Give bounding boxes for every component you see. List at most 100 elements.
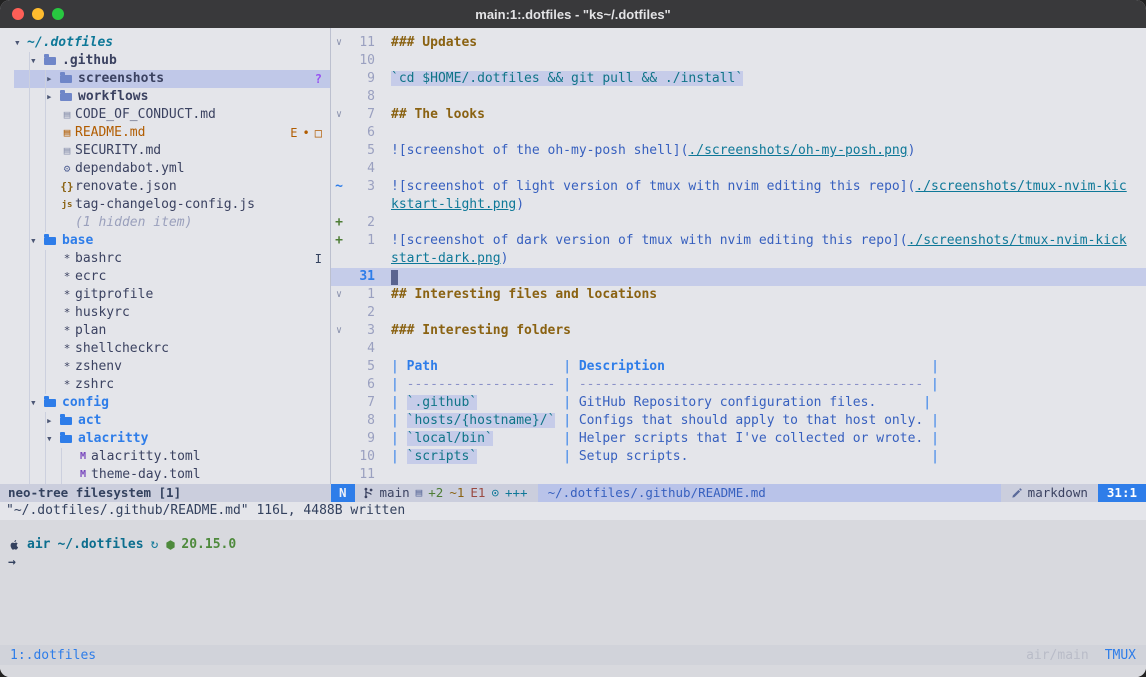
fold-marker[interactable]: ∨ bbox=[331, 106, 347, 124]
file-tree[interactable]: ▾~/.dotfiles▾.github▸screenshots?▸workfl… bbox=[0, 28, 331, 484]
editor-line[interactable]: 4 bbox=[331, 160, 1146, 178]
tree-item-renovate-json[interactable]: {}renovate.json bbox=[14, 178, 330, 196]
tree-item-label: zshenv bbox=[75, 358, 122, 376]
tree-item-dependabot-yml[interactable]: ⚙dependabot.yml bbox=[14, 160, 330, 178]
line-text: ### Updates bbox=[383, 34, 1146, 52]
zoom-button[interactable] bbox=[52, 8, 64, 20]
javascript-file-icon: js bbox=[59, 196, 75, 214]
tree-item-security-md[interactable]: ▤SECURITY.md bbox=[14, 142, 330, 160]
editor-line[interactable]: 4 bbox=[331, 340, 1146, 358]
expand-arrow[interactable]: ▸ bbox=[46, 412, 59, 430]
editor-line[interactable]: +1![screenshot of dark version of tmux w… bbox=[331, 232, 1146, 250]
expand-arrow[interactable]: ▾ bbox=[30, 394, 43, 412]
tree-item-bashrc[interactable]: *bashrcI bbox=[14, 250, 330, 268]
tree-item-alacritty-toml[interactable]: Malacritty.toml bbox=[14, 448, 330, 466]
editor-line[interactable]: 8| `hosts/{hostname}/` | Configs that sh… bbox=[331, 412, 1146, 430]
tree-item-tag-changelog-config-js[interactable]: jstag-changelog-config.js bbox=[14, 196, 330, 214]
shell-area[interactable]: air ~/.dotfiles ↻ 20.15.0 → bbox=[0, 520, 1146, 645]
editor-line[interactable]: kstart-light.png) bbox=[331, 196, 1146, 214]
tree-item-zshrc[interactable]: *zshrc bbox=[14, 376, 330, 394]
editor-line[interactable]: ∨3### Interesting folders bbox=[331, 322, 1146, 340]
gitsign-added: + bbox=[331, 232, 347, 250]
gitsign-changed: ~ bbox=[331, 178, 347, 196]
tree-item-github[interactable]: ▾.github bbox=[14, 52, 330, 70]
tree-item-alacritty[interactable]: ▾alacritty bbox=[14, 430, 330, 448]
editor-line[interactable]: start-dark.png) bbox=[331, 250, 1146, 268]
tree-item-ecrc[interactable]: *ecrc bbox=[14, 268, 330, 286]
tree-item-code-of-conduct-md[interactable]: ▤CODE_OF_CONDUCT.md bbox=[14, 106, 330, 124]
shell-file-icon: * bbox=[59, 376, 75, 394]
editor-line[interactable]: ~3![screenshot of light version of tmux … bbox=[331, 178, 1146, 196]
tree-item-zshenv[interactable]: *zshenv bbox=[14, 358, 330, 376]
line-text bbox=[383, 52, 1146, 70]
node-version: 20.15.0 bbox=[181, 536, 236, 554]
tree-item-readme-md[interactable]: ▤README.mdE•□ bbox=[14, 124, 330, 142]
fold-marker[interactable]: ∨ bbox=[331, 322, 347, 340]
tree-item-label: screenshots bbox=[78, 70, 164, 88]
tree-item-base[interactable]: ▾base bbox=[14, 232, 330, 250]
md-heading: ### Updates bbox=[391, 35, 477, 50]
expand-arrow[interactable]: ▾ bbox=[30, 232, 43, 250]
md-table-pipe: | bbox=[563, 413, 579, 428]
line-number: 3 bbox=[347, 322, 383, 340]
line-text: | `.github` | GitHub Repository configur… bbox=[383, 394, 1146, 412]
editor-lines[interactable]: ∨11### Updates109`cd $HOME/.dotfiles && … bbox=[331, 28, 1146, 484]
git-branch-name: main bbox=[380, 484, 410, 502]
md-link: ./screenshots/tmux-nvim-kick bbox=[908, 233, 1127, 248]
md-text bbox=[665, 359, 931, 374]
editor-line[interactable]: 11 bbox=[331, 466, 1146, 484]
editor-line[interactable]: 5| Path | Description | bbox=[331, 358, 1146, 376]
editor-line[interactable]: 9`cd $HOME/.dotfiles && git pull && ./in… bbox=[331, 70, 1146, 88]
tree-item-label: alacritty.toml bbox=[91, 448, 201, 466]
tree-item-config[interactable]: ▾config bbox=[14, 394, 330, 412]
tree-item-workflows[interactable]: ▸workflows bbox=[14, 88, 330, 106]
tree-item-dotfiles[interactable]: ▾~/.dotfiles bbox=[14, 34, 330, 52]
editor-line[interactable]: 9| `local/bin` | Helper scripts that I'v… bbox=[331, 430, 1146, 448]
editor-line[interactable]: 10 bbox=[331, 52, 1146, 70]
tree-item-plan[interactable]: *plan bbox=[14, 322, 330, 340]
md-table-divider: ------------------- bbox=[407, 377, 556, 392]
editor-line[interactable]: 8 bbox=[331, 88, 1146, 106]
tmux-window-name[interactable]: 1:.dotfiles bbox=[10, 648, 96, 663]
close-button[interactable] bbox=[12, 8, 24, 20]
expand-arrow[interactable]: ▾ bbox=[30, 52, 43, 70]
editor-line[interactable]: 6 bbox=[331, 124, 1146, 142]
tree-item-1-hidden-item[interactable]: (1 hidden item) bbox=[14, 214, 330, 232]
minimize-button[interactable] bbox=[32, 8, 44, 20]
tree-item-screenshots[interactable]: ▸screenshots? bbox=[14, 70, 330, 88]
extra-icon: ⊙ bbox=[491, 484, 499, 502]
fold-marker[interactable]: ∨ bbox=[331, 34, 347, 52]
editor-line[interactable]: 2 bbox=[331, 304, 1146, 322]
editor-line[interactable]: 10| `scripts` | Setup scripts. | bbox=[331, 448, 1146, 466]
tree-item-label: CODE_OF_CONDUCT.md bbox=[75, 106, 216, 124]
editor-line[interactable]: 7| `.github` | GitHub Repository configu… bbox=[331, 394, 1146, 412]
editor-line[interactable]: +2 bbox=[331, 214, 1146, 232]
expand-arrow[interactable]: ▸ bbox=[46, 70, 59, 88]
line-number: 5 bbox=[347, 358, 383, 376]
editor-line[interactable]: ∨1## Interesting files and locations bbox=[331, 286, 1146, 304]
expand-arrow[interactable]: ▾ bbox=[46, 430, 59, 448]
toml-file-icon: M bbox=[75, 466, 91, 484]
diff-added: +2 bbox=[428, 484, 443, 502]
nvim-main: ▾~/.dotfiles▾.github▸screenshots?▸workfl… bbox=[0, 28, 1146, 484]
expand-arrow[interactable]: ▾ bbox=[14, 34, 27, 52]
editor-line[interactable]: 5![screenshot of the oh-my-posh shell](.… bbox=[331, 142, 1146, 160]
sign-column bbox=[331, 394, 347, 412]
expand-arrow[interactable]: ▸ bbox=[46, 88, 59, 106]
editor-line[interactable]: ∨11### Updates bbox=[331, 34, 1146, 52]
md-heading: ## The looks bbox=[391, 107, 485, 122]
modified-dot-badge: • bbox=[303, 124, 310, 142]
indent-guide bbox=[14, 286, 46, 304]
tree-item-shellcheckrc[interactable]: *shellcheckrc bbox=[14, 340, 330, 358]
fold-marker[interactable]: ∨ bbox=[331, 286, 347, 304]
tree-item-label: renovate.json bbox=[75, 178, 177, 196]
editor-line[interactable]: 31 bbox=[331, 268, 1146, 286]
tree-item-gitprofile[interactable]: *gitprofile bbox=[14, 286, 330, 304]
editor-line[interactable]: ∨7## The looks bbox=[331, 106, 1146, 124]
diff-changed: ~1 bbox=[449, 484, 464, 502]
tree-item-act[interactable]: ▸act bbox=[14, 412, 330, 430]
tree-item-theme-day-toml[interactable]: Mtheme-day.toml bbox=[14, 466, 330, 484]
tree-item-label: huskyrc bbox=[75, 304, 130, 322]
editor-line[interactable]: 6| ------------------- | ---------------… bbox=[331, 376, 1146, 394]
tree-item-huskyrc[interactable]: *huskyrc bbox=[14, 304, 330, 322]
